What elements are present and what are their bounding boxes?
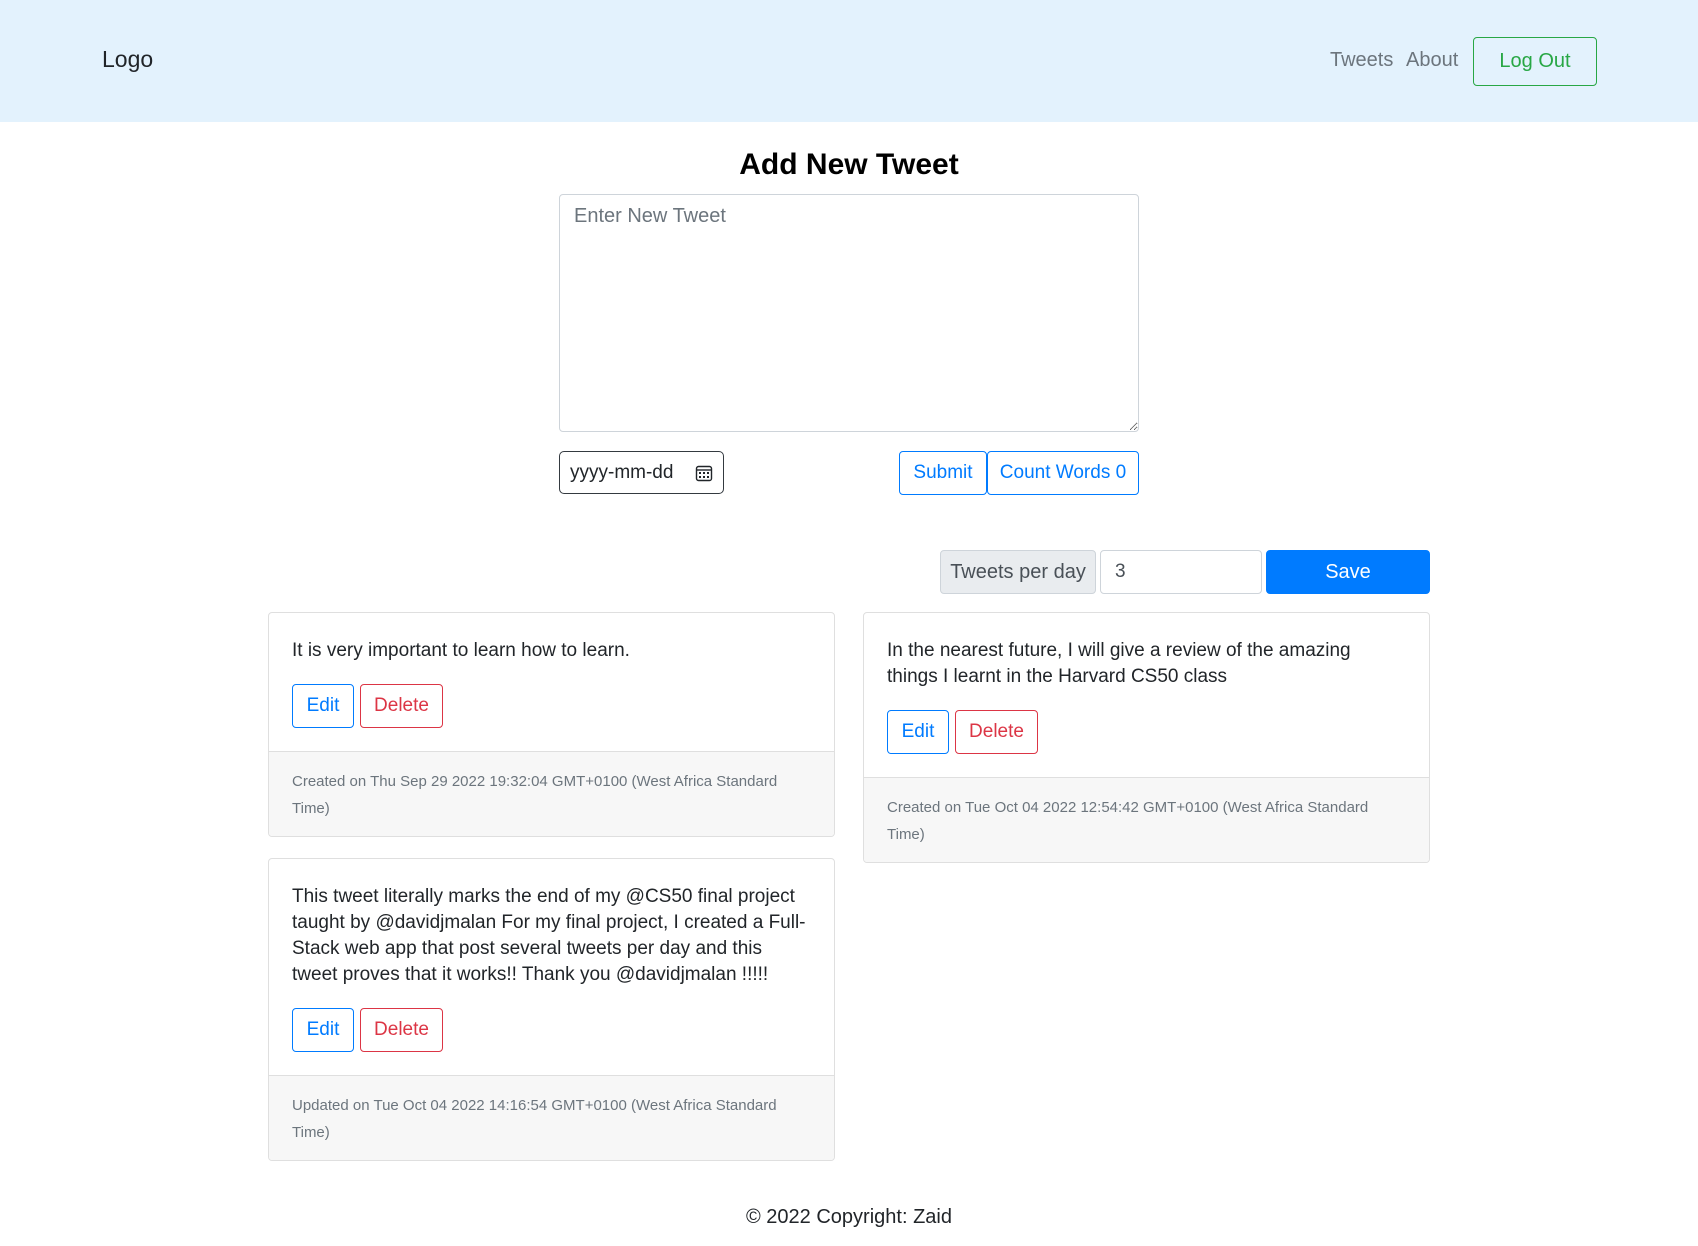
tweet-text: This tweet literally marks the end of my…	[292, 886, 806, 985]
submit-button[interactable]: Submit	[899, 451, 987, 495]
tweet-actions: Edit Delete	[292, 684, 811, 728]
delete-button[interactable]: Delete	[360, 1008, 443, 1052]
copyright-footer: © 2022 Copyright: Zaid	[746, 1206, 952, 1228]
tweet-card: In the nearest future, I will give a rev…	[863, 612, 1430, 863]
tweets-per-day-input[interactable]	[1100, 550, 1262, 594]
tweet-timestamp: Created on Thu Sep 29 2022 19:32:04 GMT+…	[269, 751, 834, 836]
delete-button[interactable]: Delete	[955, 710, 1038, 754]
edit-button[interactable]: Edit	[292, 1008, 354, 1052]
tweet-card-body: In the nearest future, I will give a rev…	[864, 613, 1429, 777]
delete-button[interactable]: Delete	[360, 684, 443, 728]
save-button[interactable]: Save	[1266, 550, 1430, 594]
date-input[interactable]: yyyy-mm-dd	[559, 451, 724, 494]
tweet-card-body: It is very important to learn how to lea…	[269, 613, 834, 751]
edit-button[interactable]: Edit	[292, 684, 354, 728]
edit-button[interactable]: Edit	[887, 710, 949, 754]
count-words-button[interactable]: Count Words 0	[987, 451, 1139, 495]
tweet-actions: Edit Delete	[292, 1008, 811, 1052]
calendar-icon[interactable]	[695, 464, 713, 482]
date-input-placeholder: yyyy-mm-dd	[570, 462, 674, 483]
tweet-card: It is very important to learn how to lea…	[268, 612, 835, 837]
tweet-input[interactable]	[559, 194, 1139, 432]
tweet-card: This tweet literally marks the end of my…	[268, 858, 835, 1161]
page-title: Add New Tweet	[739, 148, 959, 181]
tweet-timestamp: Created on Tue Oct 04 2022 12:54:42 GMT+…	[864, 777, 1429, 862]
tweet-actions: Edit Delete	[887, 710, 1406, 754]
nav-link-about[interactable]: About	[1406, 49, 1458, 72]
tweet-text: In the nearest future, I will give a rev…	[887, 640, 1351, 687]
tweets-per-day-label: Tweets per day	[940, 550, 1096, 594]
tweet-card-body: This tweet literally marks the end of my…	[269, 859, 834, 1075]
nav-link-tweets[interactable]: Tweets	[1330, 49, 1393, 72]
tweet-timestamp: Updated on Tue Oct 04 2022 14:16:54 GMT+…	[269, 1075, 834, 1160]
logo[interactable]: Logo	[102, 46, 153, 73]
navbar: Logo Tweets About Log Out	[0, 0, 1698, 122]
logout-button[interactable]: Log Out	[1473, 37, 1597, 86]
tweet-text: It is very important to learn how to lea…	[292, 640, 630, 661]
